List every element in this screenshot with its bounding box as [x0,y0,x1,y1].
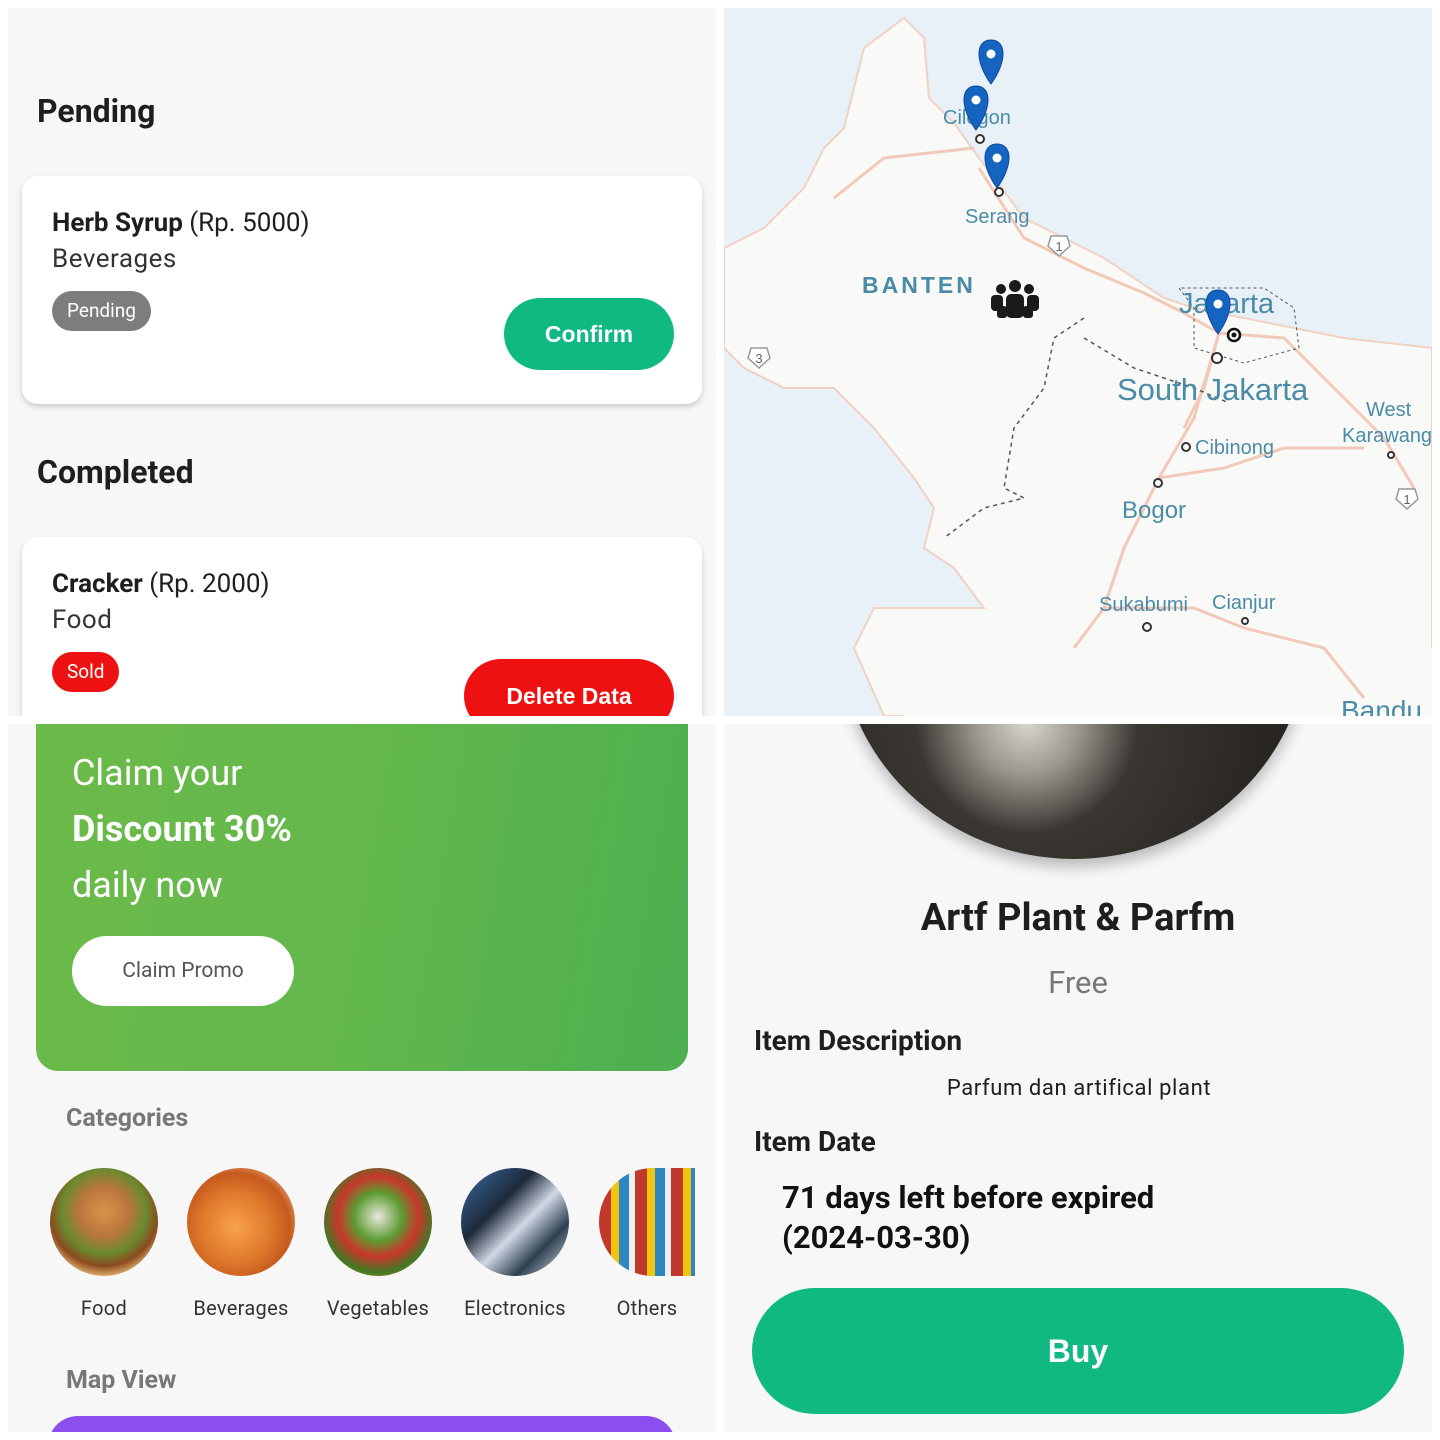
item-photo [839,724,1309,859]
map-label-serang: Serang [965,206,1030,228]
map-panel[interactable]: 1 3 1 Cilegon Serang BANTEN Jakarta Sout… [724,8,1432,716]
completed-section-title: Completed [37,453,194,491]
item-name-price: Cracker (Rp. 2000) [52,569,270,599]
promo-line-2: Discount 30% [72,808,292,850]
item-price: (Rp. 2000) [149,569,270,599]
map-view-card[interactable] [48,1416,676,1432]
road-shield-1b: 1 [1403,492,1410,507]
road-shield-1: 1 [1055,239,1062,254]
promo-line-1: Claim your [72,752,243,794]
category-label: Food [80,1296,128,1320]
map-label-bandung: Bandu [1341,695,1422,716]
item-expiry: 71 days left before expired (2024-03-30) [782,1178,1154,1258]
map-label-bogor: Bogor [1122,497,1186,524]
category-food[interactable]: Food [44,1168,164,1320]
map-label-banten: BANTEN [862,272,976,298]
map-canvas[interactable]: 1 3 1 Cilegon Serang BANTEN Jakarta Sout… [724,8,1432,716]
status-badge: Pending [52,291,151,331]
orders-panel: Pending Herb Syrup (Rp. 5000) Beverages … [8,8,716,716]
category-others[interactable]: Others [592,1168,702,1320]
item-title: Artf Plant & Parfm [920,896,1236,940]
category-label: Vegetables [326,1296,430,1320]
expiry-date-text: (2024-03-30) [782,1219,971,1256]
item-price: Free [1048,964,1108,1001]
map-view-title: Map View [66,1366,177,1395]
promo-line-3: daily now [72,864,223,906]
expiry-days-text: 71 days left before expired [782,1179,1155,1216]
map-label-west: West [1366,399,1412,421]
item-description-text: Parfum dan artifical plant [946,1076,1212,1101]
item-name: Cracker [52,569,143,599]
road-shield-3: 3 [755,351,762,366]
category-electronics[interactable]: Electronics [455,1168,575,1320]
category-label: Electronics [464,1296,566,1320]
map-label-sukabumi: Sukabumi [1099,594,1188,616]
item-name-price: Herb Syrup (Rp. 5000) [52,208,310,238]
item-category: Beverages [52,244,177,274]
item-detail-panel: Artf Plant & Parfm Free Item Description… [724,724,1432,1432]
drink-icon [187,1168,295,1276]
completed-order-card[interactable]: Cracker (Rp. 2000) Food Sold Delete Data [22,537,702,716]
map-label-karawang: Karawang [1342,425,1432,447]
item-category: Food [52,605,113,635]
buy-button[interactable]: Buy [752,1288,1404,1414]
category-beverages[interactable]: Beverages [181,1168,301,1320]
item-price: (Rp. 5000) [189,208,310,238]
delete-data-button[interactable]: Delete Data [464,659,674,716]
map-label-south-jakarta: South Jakarta [1117,372,1309,407]
claim-promo-button[interactable]: Claim Promo [72,936,294,1006]
pending-section-title: Pending [37,92,156,130]
category-label: Beverages [193,1296,289,1320]
electronics-icon [461,1168,569,1276]
promo-banner: Claim your Discount 30% daily now Claim … [36,724,688,1071]
item-description-label: Item Description [754,1024,963,1057]
categories-title: Categories [66,1104,189,1133]
people-group-icon[interactable] [991,280,1039,318]
groceries-icon [599,1168,695,1276]
map-label-cibinong: Cibinong [1195,437,1274,459]
home-panel: Claim your Discount 30% daily now Claim … [8,724,716,1432]
confirm-button[interactable]: Confirm [504,298,674,370]
item-name: Herb Syrup [52,208,183,238]
burger-icon [50,1168,158,1276]
category-vegetables[interactable]: Vegetables [318,1168,438,1320]
category-label: Others [616,1296,678,1320]
status-badge: Sold [52,652,120,692]
pending-order-card[interactable]: Herb Syrup (Rp. 5000) Beverages Pending … [22,176,702,404]
map-label-cianjur: Cianjur [1212,592,1276,614]
vegetables-icon [324,1168,432,1276]
item-date-label: Item Date [754,1125,876,1158]
